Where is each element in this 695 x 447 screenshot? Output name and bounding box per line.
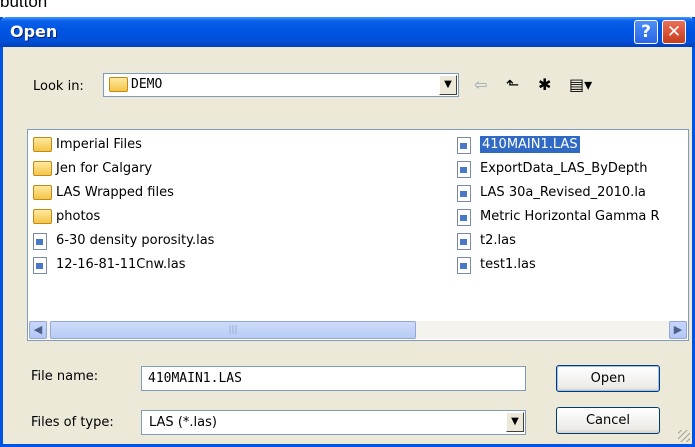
- new-folder-icon[interactable]: ✱: [538, 75, 551, 95]
- item-label: photos: [56, 209, 101, 224]
- file-icon: [457, 209, 471, 226]
- file-type-label: Files of type:: [31, 415, 114, 430]
- file-name-input[interactable]: 410MAIN1.LAS: [141, 366, 526, 391]
- list-item[interactable]: t2.las: [455, 229, 660, 253]
- file-type-select[interactable]: LAS (*.las) ▼: [141, 410, 526, 435]
- folder-icon: [33, 161, 52, 176]
- resize-grip[interactable]: [678, 430, 690, 442]
- list-item[interactable]: test1.las: [455, 253, 660, 277]
- list-item[interactable]: Imperial Files: [31, 133, 214, 157]
- item-label: test1.las: [480, 257, 536, 272]
- item-label: LAS Wrapped files: [56, 185, 174, 200]
- list-item[interactable]: LAS Wrapped files: [31, 181, 214, 205]
- list-item[interactable]: ExportData_LAS_ByDepth: [455, 157, 660, 181]
- dialog-title: Open: [10, 22, 58, 41]
- folder-icon: [33, 209, 52, 224]
- open-dialog: Open ? ✕ Look in: DEMO ▼ ⇦ ⬑ ✱ ▤▾ Imperi…: [0, 17, 695, 447]
- item-label: Imperial Files: [56, 137, 142, 152]
- file-list[interactable]: Imperial Files Jen for Calgary LAS Wrapp…: [27, 129, 689, 341]
- list-item[interactable]: Jen for Calgary: [31, 157, 214, 181]
- horizontal-scrollbar[interactable]: ◀ ||| ▶: [29, 321, 687, 339]
- help-button[interactable]: ?: [634, 20, 658, 44]
- scroll-thumb[interactable]: |||: [50, 321, 416, 339]
- file-type-value: LAS (*.las): [149, 415, 217, 430]
- list-item[interactable]: 12-16-81-11Cnw.las: [31, 253, 214, 277]
- clipped-text: button: [0, 0, 48, 11]
- file-icon: [457, 137, 471, 154]
- item-label: Jen for Calgary: [56, 161, 153, 176]
- view-menu-icon[interactable]: ▤▾: [569, 75, 592, 95]
- look-in-value: DEMO: [131, 77, 163, 92]
- file-icon: [457, 233, 471, 250]
- up-folder-icon[interactable]: ⬑: [506, 75, 519, 95]
- item-label: t2.las: [480, 233, 516, 248]
- file-icon: [33, 257, 47, 274]
- file-type-dropdown-button[interactable]: ▼: [506, 412, 524, 432]
- file-icon: [33, 233, 47, 250]
- title-bar[interactable]: Open ? ✕: [0, 17, 695, 47]
- item-label: 410MAIN1.LAS: [480, 136, 580, 153]
- cancel-button[interactable]: Cancel: [556, 407, 660, 434]
- file-name-label: File name:: [31, 369, 99, 384]
- folder-icon: [109, 77, 128, 92]
- file-icon: [457, 161, 471, 178]
- item-label: LAS 30a_Revised_2010.la: [480, 185, 646, 200]
- list-item[interactable]: Metric Horizontal Gamma R: [455, 205, 660, 229]
- scroll-right-button[interactable]: ▶: [669, 321, 687, 339]
- look-in-combo[interactable]: DEMO ▼: [103, 73, 459, 97]
- item-label: 6-30 density porosity.las: [56, 233, 215, 248]
- list-item[interactable]: photos: [31, 205, 214, 229]
- file-column-2: 410MAIN1.LAS ExportData_LAS_ByDepth LAS …: [455, 133, 660, 277]
- item-label: ExportData_LAS_ByDepth: [480, 161, 648, 176]
- file-icon: [457, 185, 471, 202]
- close-button[interactable]: ✕: [662, 20, 686, 44]
- folder-icon: [33, 185, 52, 200]
- folder-icon: [33, 137, 52, 152]
- item-label: Metric Horizontal Gamma R: [480, 209, 660, 224]
- list-item-selected[interactable]: 410MAIN1.LAS: [455, 133, 660, 157]
- file-column-1: Imperial Files Jen for Calgary LAS Wrapp…: [31, 133, 214, 277]
- look-in-dropdown-button[interactable]: ▼: [439, 75, 457, 95]
- list-item[interactable]: LAS 30a_Revised_2010.la: [455, 181, 660, 205]
- item-label: 12-16-81-11Cnw.las: [56, 257, 186, 272]
- list-item[interactable]: 6-30 density porosity.las: [31, 229, 214, 253]
- look-in-label: Look in:: [33, 79, 84, 94]
- file-icon: [457, 257, 471, 274]
- back-icon[interactable]: ⇦: [474, 75, 487, 95]
- scroll-left-button[interactable]: ◀: [29, 321, 47, 339]
- open-button[interactable]: Open: [556, 365, 660, 392]
